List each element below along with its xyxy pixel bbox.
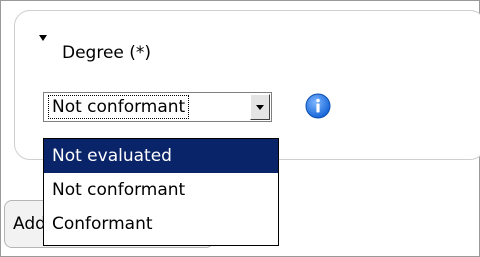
- dropdown-option-not-evaluated[interactable]: Not evaluated: [44, 139, 278, 173]
- degree-dropdown-list: Not evaluated Not conformant Conformant: [43, 138, 279, 246]
- dropdown-arrow-icon[interactable]: [250, 94, 270, 120]
- dropdown-option-conformant[interactable]: Conformant: [44, 207, 278, 241]
- degree-select[interactable]: Not conformant: [43, 92, 272, 122]
- degree-label: Degree (*): [62, 43, 152, 63]
- collapse-arrow-icon[interactable]: [39, 35, 47, 41]
- info-icon[interactable]: [304, 92, 332, 120]
- degree-select-value: Not conformant: [47, 95, 190, 119]
- dropdown-option-not-conformant[interactable]: Not conformant: [44, 173, 278, 207]
